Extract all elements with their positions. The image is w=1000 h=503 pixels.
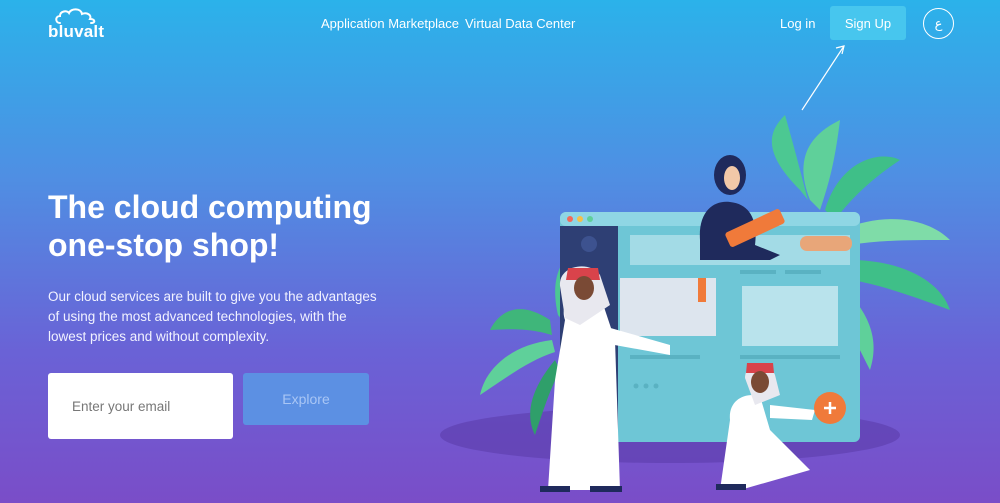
signup-button[interactable]: Sign Up [830,6,906,40]
bluvalt-logo[interactable]: bluvalt [48,8,108,41]
hero-title-line-1: The cloud computing [48,189,372,225]
top-navigation-bar: bluvalt Application Marketplace Virtual … [0,0,1000,50]
hero-subtitle: Our cloud services are built to give you… [48,289,377,344]
email-input[interactable] [48,373,233,439]
nav-link-application-marketplace[interactable]: Application Marketplace [321,16,459,31]
hero-illustration [440,115,950,492]
language-toggle-button[interactable]: ع [923,8,954,39]
hero-title-line-2: one-stop shop! [48,227,280,263]
login-link[interactable]: Log in [780,16,815,31]
hero-title: The cloud computing one-stop shop! [48,188,408,264]
explore-button[interactable]: Explore [243,373,369,425]
nav-link-virtual-data-center[interactable]: Virtual Data Center [465,16,575,31]
logo-text: bluvalt [48,22,105,41]
